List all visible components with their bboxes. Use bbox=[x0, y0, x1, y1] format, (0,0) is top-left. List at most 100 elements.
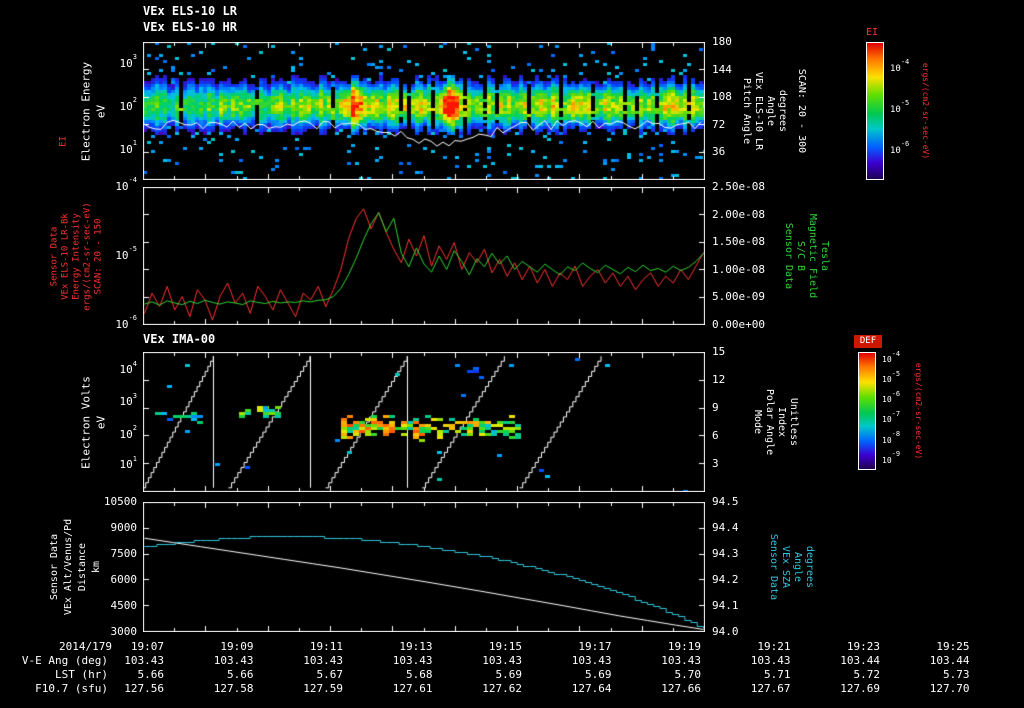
def-colorbar-tick-label: 10-8 bbox=[882, 429, 901, 445]
pitch-angle-tick-label: 36 bbox=[712, 145, 726, 159]
mode-tick-label: 6 bbox=[712, 429, 719, 442]
exponent: -5 bbox=[900, 99, 910, 107]
mode-axis-label-line: Unitless bbox=[788, 397, 799, 447]
ancillary-value: 5.72 bbox=[853, 668, 881, 681]
ancillary-value: 5.66 bbox=[227, 668, 254, 681]
bfield-tick-label: 5.00e-09 bbox=[712, 290, 765, 304]
exponent: -8 bbox=[891, 429, 901, 438]
ancillary-value: 5.73 bbox=[943, 668, 970, 681]
energy-tick-label: 103 bbox=[119, 53, 137, 71]
intensity-axis-label-line: ergs/(cm2-sr-sec-eV) bbox=[82, 201, 93, 311]
sza-axis-label-line: Angle bbox=[792, 551, 803, 583]
distance-tick-label: 3000 bbox=[110, 625, 138, 638]
mode-tick-label: 12 bbox=[712, 373, 726, 386]
ancillary-row-label: V-E Ang (deg) bbox=[21, 654, 108, 667]
def-colorbar-tick-label: 10-5 bbox=[882, 369, 901, 385]
volts-tick-label: 101 bbox=[119, 454, 137, 472]
ei-colorbar-tick-label: 10-6 bbox=[890, 140, 910, 157]
sza-tick-label: 94.5 bbox=[712, 495, 739, 508]
distance-tick-label: 4500 bbox=[110, 599, 138, 612]
time-tick-label: 19:09 bbox=[220, 640, 254, 653]
mode-axis-label-line: Index bbox=[776, 406, 787, 438]
bfield-tick-label: 0.00e+00 bbox=[712, 318, 765, 331]
ancillary-value: 103.44 bbox=[929, 654, 970, 667]
ei-colorbar-units-label: ergs/(cm2-sr-sec-eV) bbox=[921, 62, 930, 160]
def-colorbar-tick-label: 10-4 bbox=[882, 349, 901, 365]
time-tick-label: 19:15 bbox=[488, 640, 522, 653]
exponent: 2 bbox=[132, 423, 137, 432]
distance-axis-label-line: VEx Alt/Venus/Pd bbox=[63, 518, 74, 616]
ancillary-value: 5.69 bbox=[495, 668, 523, 681]
pitch-angle-tick-label: 180 bbox=[712, 35, 732, 48]
sza-axis-label-line: VEx SZA bbox=[780, 545, 791, 589]
volts-tick-label: 103 bbox=[119, 391, 137, 409]
ancillary-value: 103.43 bbox=[482, 654, 522, 667]
ancillary-value: 127.67 bbox=[750, 682, 791, 695]
ei-colorbar-tick-label: 10-4 bbox=[890, 57, 910, 74]
ima-spectrogram-canvas bbox=[143, 352, 705, 492]
bfield-tick-label: 1.50e-08 bbox=[712, 235, 765, 249]
intensity-tick-label: 10-5 bbox=[115, 245, 137, 262]
ancillary-value: 127.66 bbox=[661, 682, 701, 695]
pitch-angle-tick-label: 108 bbox=[712, 90, 732, 104]
volts-tick-label: 102 bbox=[119, 423, 137, 441]
exponent: -7 bbox=[891, 409, 901, 418]
ei-colorbar-tick-label: 10-5 bbox=[890, 99, 910, 116]
def-colorbar-units-label: ergs/(cm2-sr-sec-eV) bbox=[914, 362, 923, 460]
sza-axis-label-line: degrees bbox=[804, 545, 815, 589]
ancillary-value: 103.43 bbox=[213, 654, 254, 667]
distance-tick-label: 10500 bbox=[103, 495, 137, 508]
def-colorbar bbox=[858, 352, 876, 470]
mode-tick-label: 9 bbox=[712, 401, 719, 414]
distance-axis-label-line: Sensor Data bbox=[49, 533, 60, 601]
altitude-sza-canvas bbox=[143, 502, 705, 632]
distance-tick-label: 6000 bbox=[110, 573, 138, 586]
exponent: -5 bbox=[891, 369, 901, 378]
time-tick-label: 19:23 bbox=[846, 640, 880, 653]
ei-colorbar bbox=[866, 42, 884, 180]
pitch-angle-tick-label: 72 bbox=[712, 117, 726, 131]
intensity-axis-label-line: VEx ELS-10 LR-Bk bbox=[60, 212, 71, 300]
electron-energy-axis-label: Electron Energy bbox=[79, 61, 93, 161]
energy-tick-label: 102 bbox=[119, 96, 137, 113]
bfield-tick-label: 1.00e-08 bbox=[712, 262, 765, 276]
exponent: -4 bbox=[891, 349, 901, 358]
ancillary-row-label: F10.7 (sfu) bbox=[35, 682, 108, 695]
ancillary-value: 103.43 bbox=[124, 654, 164, 667]
pitch-angle-axis-label-line: Angle bbox=[765, 95, 776, 127]
sza-tick-label: 94.2 bbox=[712, 573, 739, 586]
ancillary-value: 5.67 bbox=[316, 668, 344, 681]
date-label: 2014/179 bbox=[59, 640, 112, 653]
pitch-angle-axis-label-line: VEx ELS-10 LR bbox=[753, 71, 764, 151]
time-tick-label: 19:13 bbox=[399, 640, 433, 653]
exponent: -4 bbox=[900, 57, 910, 66]
time-tick-label: 19:25 bbox=[936, 640, 970, 653]
exponent: 4 bbox=[132, 359, 137, 368]
panel1-title-line2: VEx ELS-10 HR bbox=[143, 20, 237, 34]
def-colorbar-tick-label: 10-7 bbox=[882, 409, 901, 425]
volts-tick-label: 104 bbox=[119, 359, 137, 377]
ancillary-value: 103.43 bbox=[750, 654, 791, 667]
ancillary-value: 127.62 bbox=[482, 682, 522, 695]
electron-volts-axis-label: Electron Volts bbox=[79, 375, 93, 469]
exponent: -4 bbox=[128, 176, 137, 185]
ancillary-value: 5.69 bbox=[585, 668, 612, 681]
ancillary-value: 5.70 bbox=[674, 668, 702, 681]
mode-axis-label-line: Mode bbox=[752, 409, 763, 435]
vex-quicklook-page: VEx ELS-10 LR VEx ELS-10 HR VEx IMA-00 E… bbox=[0, 0, 1024, 708]
distance-tick-label: 7500 bbox=[110, 547, 138, 560]
ancillary-value: 127.59 bbox=[303, 682, 343, 695]
exponent: -6 bbox=[900, 140, 910, 149]
bfield-axis-label-line: Tesla bbox=[819, 240, 830, 272]
sza-tick-label: 94.3 bbox=[712, 547, 739, 560]
ancillary-value: 103.43 bbox=[661, 654, 701, 667]
pitch-angle-tick-label: 144 bbox=[712, 62, 732, 76]
ancillary-value: 5.66 bbox=[137, 668, 165, 681]
time-tick-label: 19:19 bbox=[667, 640, 701, 653]
ancillary-value: 127.61 bbox=[392, 682, 433, 695]
sza-axis-label-line: Sensor Data bbox=[768, 533, 779, 601]
ancillary-value: 103.43 bbox=[392, 654, 433, 667]
exponent: -9 bbox=[891, 449, 901, 458]
exponent: 3 bbox=[132, 391, 137, 400]
pitch-angle-scan-label: SCAN: 20 - 300 bbox=[796, 68, 807, 154]
